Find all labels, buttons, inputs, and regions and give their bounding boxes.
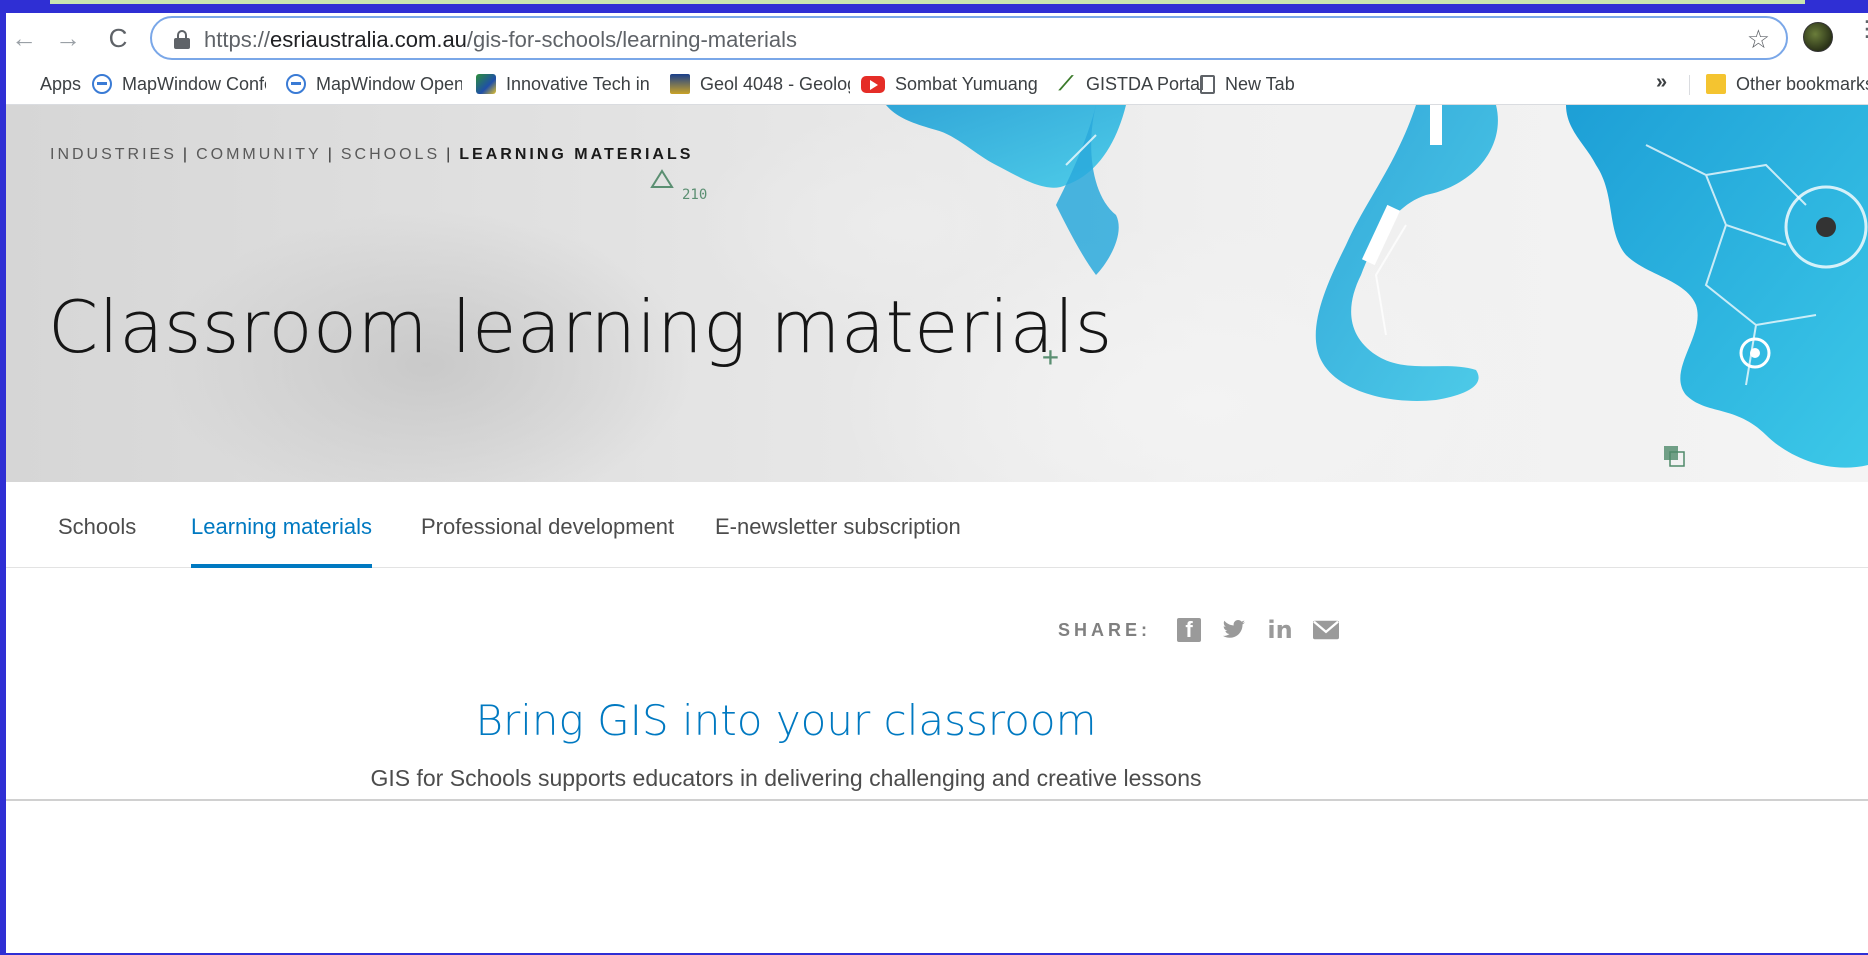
twitter-icon[interactable] <box>1221 617 1247 643</box>
youtube-icon <box>861 75 885 93</box>
browser-toolbar: ← → C https://esriaustralia.com.au/gis-f… <box>6 13 1868 63</box>
breadcrumb-separator: | <box>446 146 454 163</box>
bookmarks-bar: Apps MapWindow Confere MapWindow Open S … <box>6 63 1868 105</box>
bookmark-label: MapWindow Open S <box>316 73 462 94</box>
bookmark-label: New Tab <box>1225 73 1295 94</box>
bookmark-geol-4048[interactable]: Geol 4048 - Geologic <box>670 71 850 97</box>
browser-window: ← → C https://esriaustralia.com.au/gis-f… <box>6 13 1868 953</box>
folder-icon <box>1706 74 1726 94</box>
bookmark-label: MapWindow Confere <box>122 73 266 94</box>
section-tabs: Schools Learning materials Professional … <box>6 482 1868 568</box>
breadcrumb-schools[interactable]: SCHOOLS <box>341 146 440 163</box>
mapwindow-icon <box>92 74 112 94</box>
section-heading: Bring GIS into your classroom <box>475 696 1097 745</box>
bookmark-label: GISTDA Portal <box>1086 73 1205 94</box>
map-elevation-label: 210 <box>682 187 708 203</box>
frame-top-strip <box>50 0 1805 4</box>
share-label: SHARE: <box>1058 619 1152 640</box>
breadcrumb: INDUSTRIES | COMMUNITY | SCHOOLS | LEARNING MA… <box>50 146 693 164</box>
bookmark-mapwindow-conference[interactable]: MapWindow Confere <box>92 71 266 97</box>
section-subheading: GIS for Schools supports educators in de… <box>370 765 1202 791</box>
bookmark-new-tab[interactable]: New Tab <box>1200 71 1295 97</box>
bookmark-label: Sombat Yumuang - Y <box>895 73 1039 94</box>
lock-icon[interactable] <box>174 30 190 49</box>
bookmark-other-bookmarks[interactable]: Other bookmarks <box>1706 71 1868 97</box>
profile-avatar[interactable] <box>1803 22 1833 52</box>
page-bottom-divider <box>6 799 1868 801</box>
share-bar: SHARE: f in <box>1058 616 1359 644</box>
bookmark-label: Geol 4048 - Geologic <box>700 73 850 94</box>
mapwindow-icon <box>286 74 306 94</box>
tab-professional-development[interactable]: Professional development <box>421 514 674 564</box>
forward-arrow-icon[interactable]: → <box>52 22 84 54</box>
menu-kebab-icon[interactable]: ⋮ <box>1856 18 1868 40</box>
bookmark-apps[interactable]: Apps <box>10 71 81 97</box>
bookmark-label: Innovative Tech in th <box>506 73 654 94</box>
bookmark-gistda-portal[interactable]: ⟋ GISTDA Portal <box>1056 71 1204 97</box>
gistda-icon: ⟋ <box>1059 73 1073 95</box>
breadcrumb-separator: | <box>182 146 191 163</box>
facebook-icon[interactable]: f <box>1177 617 1202 642</box>
url-path: /gis-for-schools/learning-materials <box>466 27 798 52</box>
bookmarks-overflow-chevron[interactable]: » <box>1656 71 1667 94</box>
bookmark-star-icon[interactable]: ☆ <box>1747 24 1770 54</box>
apps-grid-icon <box>10 74 30 94</box>
breadcrumb-community[interactable]: COMMUNITY <box>196 146 322 163</box>
innovative-tech-icon <box>476 74 496 94</box>
bookmark-label: Apps <box>40 73 82 94</box>
tab-schools[interactable]: Schools <box>58 514 136 564</box>
geol-icon <box>670 74 690 94</box>
reload-icon[interactable]: C <box>102 22 134 54</box>
page-title: Classroom learning materials <box>48 285 1113 369</box>
tab-e-newsletter-subscription[interactable]: E-newsletter subscription <box>715 514 961 564</box>
bookmark-mapwindow-open-source[interactable]: MapWindow Open S <box>286 71 462 97</box>
breadcrumb-separator: | <box>327 146 335 163</box>
bookmark-label: Other bookmarks <box>1736 73 1868 94</box>
bookmarks-divider <box>1689 75 1690 95</box>
address-bar[interactable]: https://esriaustralia.com.au/gis-for-sch… <box>150 16 1788 60</box>
tab-learning-materials[interactable]: Learning materials <box>191 514 372 568</box>
bookmark-innovative-tech[interactable]: Innovative Tech in th <box>476 71 654 97</box>
hero-banner: INDUSTRIES | COMMUNITY | SCHOOLS | LEARNING MA… <box>6 105 1868 482</box>
url-host: esriaustralia.com.au <box>270 27 467 52</box>
url-scheme: https:// <box>204 27 271 52</box>
breadcrumb-learning-materials: LEARNING MATERIALS <box>459 146 694 163</box>
url-text[interactable]: https://esriaustralia.com.au/gis-for-sch… <box>204 27 797 53</box>
linkedin-icon[interactable]: in <box>1267 616 1293 644</box>
breadcrumb-industries[interactable]: INDUSTRIES <box>50 146 177 163</box>
email-icon[interactable] <box>1313 617 1340 643</box>
page-icon <box>1200 74 1215 94</box>
back-arrow-icon[interactable]: ← <box>8 22 40 54</box>
bookmark-sombat-yumuang[interactable]: Sombat Yumuang - Y <box>861 71 1039 97</box>
